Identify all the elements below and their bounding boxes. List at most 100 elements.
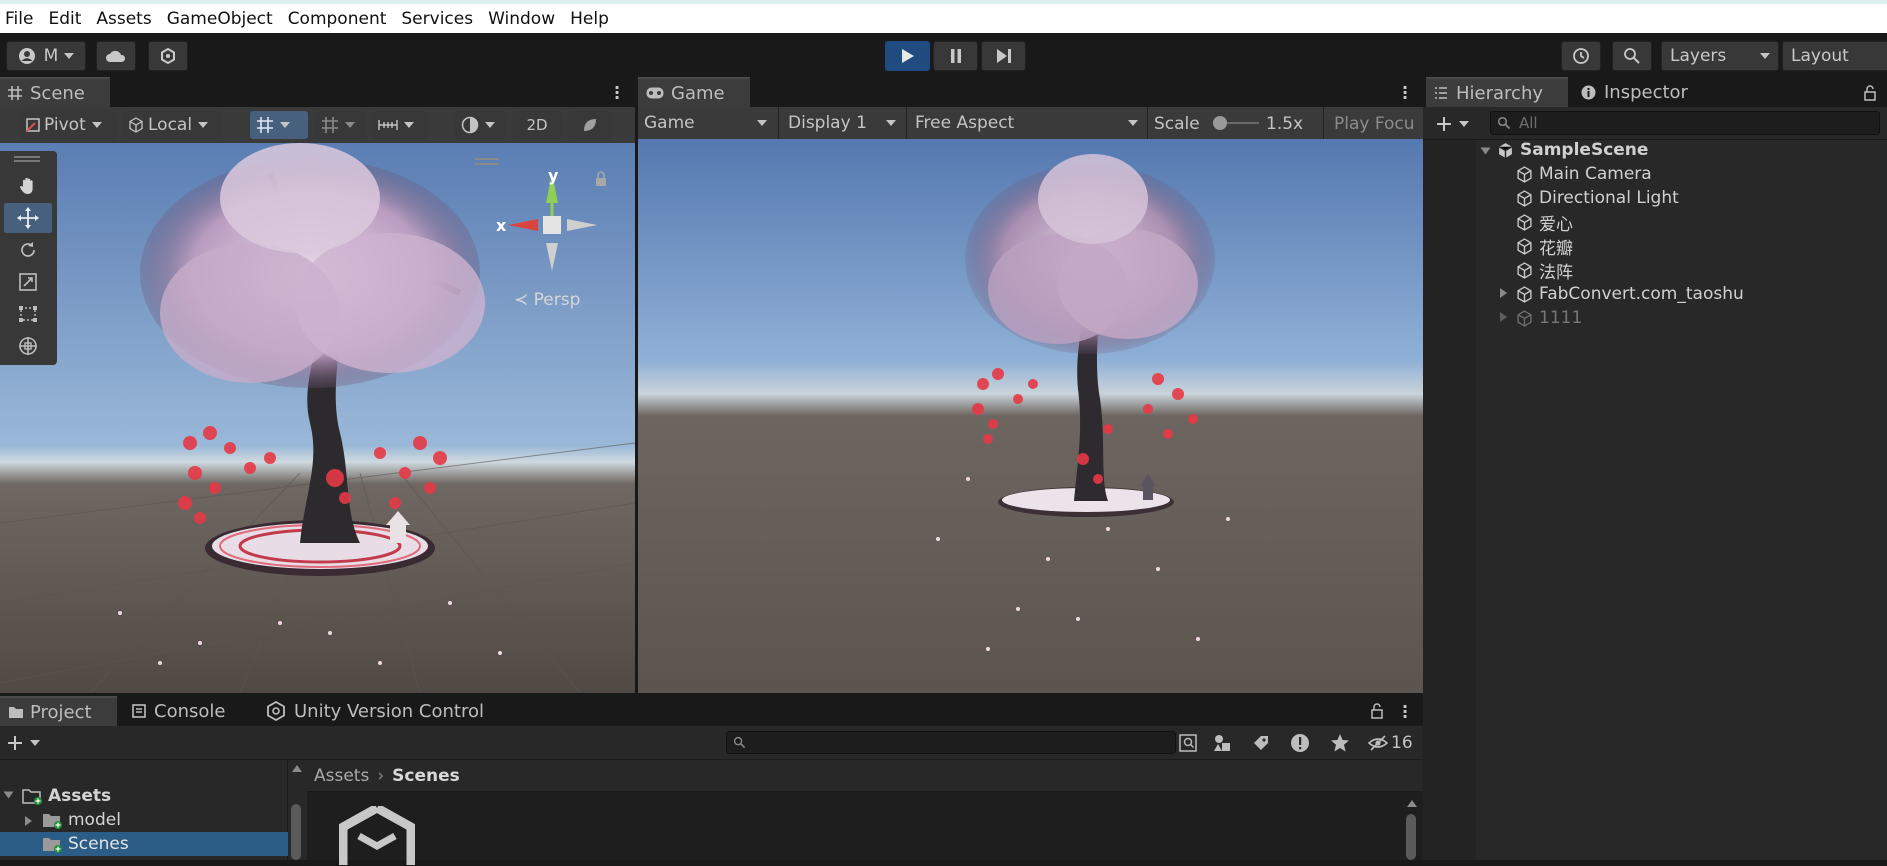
rect-tool[interactable]: [4, 299, 52, 329]
tab-console-label: Console: [154, 700, 226, 722]
project-menu-icon[interactable]: · · ·: [1402, 699, 1408, 725]
star-icon[interactable]: [1330, 733, 1350, 753]
pause-button[interactable]: [933, 41, 978, 71]
display-dropdown[interactable]: Display 1: [782, 109, 902, 137]
scale-slider-thumb[interactable]: [1213, 116, 1227, 130]
step-button[interactable]: [981, 41, 1026, 71]
scale-tool[interactable]: [4, 267, 52, 297]
layout-dropdown[interactable]: Layout: [1782, 41, 1887, 71]
tree-item-scenes[interactable]: Scenes: [42, 834, 129, 854]
game-mode-dropdown[interactable]: Game: [638, 109, 773, 137]
hidden-packages-toggle[interactable]: 16: [1368, 731, 1420, 755]
scroll-up-arrow[interactable]: [292, 765, 302, 772]
menu-edit[interactable]: Edit: [48, 9, 81, 29]
ruler-snap-toggle[interactable]: [372, 111, 428, 139]
menu-help[interactable]: Help: [570, 9, 609, 29]
project-search[interactable]: [726, 731, 1176, 754]
hierarchy-search[interactable]: All: [1490, 111, 1880, 135]
tab-scene[interactable]: Scene: [0, 77, 110, 107]
expand-arrow[interactable]: [1500, 288, 1507, 298]
info-icon: [1581, 85, 1596, 99]
tab-version-control[interactable]: Unity Version Control: [258, 696, 498, 726]
tool-palette: [0, 151, 57, 365]
hierarchy-item-huaban[interactable]: 花瓣: [1516, 234, 1573, 259]
hand-tool[interactable]: [4, 171, 52, 201]
menu-assets[interactable]: Assets: [96, 9, 151, 29]
transform-tool[interactable]: [4, 331, 52, 361]
expand-arrow[interactable]: [1500, 312, 1507, 322]
project-tabbar: Project Console Unity Version Control · ·…: [0, 696, 1423, 726]
expand-arrow[interactable]: [25, 816, 32, 826]
local-dropdown[interactable]: Local: [122, 111, 222, 139]
increment-snap-toggle[interactable]: [315, 111, 367, 139]
breadcrumb-scenes[interactable]: Scenes: [392, 766, 460, 786]
tree-item-model[interactable]: model: [42, 810, 121, 830]
gameobject-cube-icon: [1517, 189, 1532, 207]
move-tool[interactable]: [4, 203, 52, 233]
scene-name: SampleScene: [1520, 140, 1649, 160]
game-viewport[interactable]: [638, 139, 1423, 693]
game-menu-icon[interactable]: · · ·: [1402, 80, 1408, 106]
history-icon: [1573, 48, 1589, 64]
asset-scrollbar[interactable]: [1406, 814, 1416, 860]
shading-dropdown[interactable]: [455, 111, 505, 139]
label-tag-icon[interactable]: [1252, 734, 1270, 752]
expand-arrow[interactable]: [3, 791, 14, 799]
lighting-toggle[interactable]: [568, 111, 612, 139]
chevron-down-icon: [485, 122, 495, 128]
play-focus-dropdown[interactable]: Play Focu: [1334, 114, 1415, 134]
breadcrumb-assets[interactable]: Assets: [314, 766, 369, 786]
unity-scene-asset-icon[interactable]: [339, 806, 415, 866]
menu-component[interactable]: Component: [288, 9, 387, 29]
tab-console[interactable]: Console: [124, 696, 244, 726]
play-button[interactable]: [885, 41, 930, 71]
lock-icon[interactable]: [1370, 703, 1384, 719]
warning-filter-icon[interactable]: [1290, 733, 1310, 753]
menu-file[interactable]: File: [5, 9, 33, 29]
chevron-down-icon: [1760, 53, 1770, 59]
local-label: Local: [148, 115, 193, 135]
hierarchy-item-1111[interactable]: 1111: [1516, 306, 1582, 330]
menu-services[interactable]: Services: [401, 9, 473, 29]
scene-menu-icon[interactable]: · · ·: [614, 80, 620, 106]
search-by-type-icon[interactable]: [1178, 733, 1198, 753]
two-d-toggle[interactable]: 2D: [512, 111, 562, 139]
expand-arrow[interactable]: [1480, 147, 1491, 155]
hierarchy-item-main-camera[interactable]: Main Camera: [1516, 162, 1652, 186]
tab-hierarchy[interactable]: Hierarchy: [1426, 77, 1568, 107]
play-icon: [901, 49, 914, 63]
account-dropdown[interactable]: M: [6, 41, 86, 71]
cloud-button[interactable]: [96, 41, 136, 71]
grid-snap-toggle[interactable]: [250, 111, 308, 139]
search-button[interactable]: [1612, 41, 1652, 71]
tab-game[interactable]: Game: [638, 77, 750, 107]
hierarchy-item-fabconvert[interactable]: FabConvert.com_taoshu: [1516, 282, 1744, 306]
hierarchy-item-fazhen[interactable]: 法阵: [1516, 258, 1573, 283]
project-create-dropdown[interactable]: [6, 732, 44, 754]
scene-viewport[interactable]: x y ≺ Persp: [0, 143, 635, 693]
tree-item-assets[interactable]: Assets: [22, 786, 111, 806]
filter-by-type-icon[interactable]: [1212, 733, 1232, 753]
hierarchy-search-placeholder: All: [1519, 114, 1538, 132]
hierarchy-item-directional-light[interactable]: Directional Light: [1516, 186, 1679, 210]
menu-window[interactable]: Window: [488, 9, 555, 29]
tab-inspector[interactable]: Inspector: [1573, 77, 1723, 107]
tree-scrollbar[interactable]: [291, 804, 301, 860]
layers-dropdown[interactable]: Layers: [1661, 41, 1779, 71]
lock-icon[interactable]: [1863, 85, 1877, 101]
tab-project[interactable]: Project: [0, 696, 117, 726]
collab-button[interactable]: [148, 41, 188, 71]
hierarchy-item-aixin[interactable]: 爱心: [1516, 210, 1573, 235]
aspect-dropdown[interactable]: Free Aspect: [909, 109, 1144, 137]
rotate-tool[interactable]: [4, 235, 52, 265]
pivot-dropdown[interactable]: Pivot: [20, 111, 117, 139]
menu-gameobject[interactable]: GameObject: [167, 9, 273, 29]
create-dropdown[interactable]: [1435, 112, 1471, 136]
hierarchy-scene-row[interactable]: SampleScene: [1497, 138, 1648, 162]
game-mode-label: Game: [644, 113, 695, 133]
scroll-up-arrow[interactable]: [1407, 800, 1417, 807]
persp-label[interactable]: ≺ Persp: [514, 290, 580, 310]
chevron-down-icon: [1459, 121, 1469, 127]
project-toolbar: 16: [0, 726, 1423, 760]
history-button[interactable]: [1561, 41, 1601, 71]
